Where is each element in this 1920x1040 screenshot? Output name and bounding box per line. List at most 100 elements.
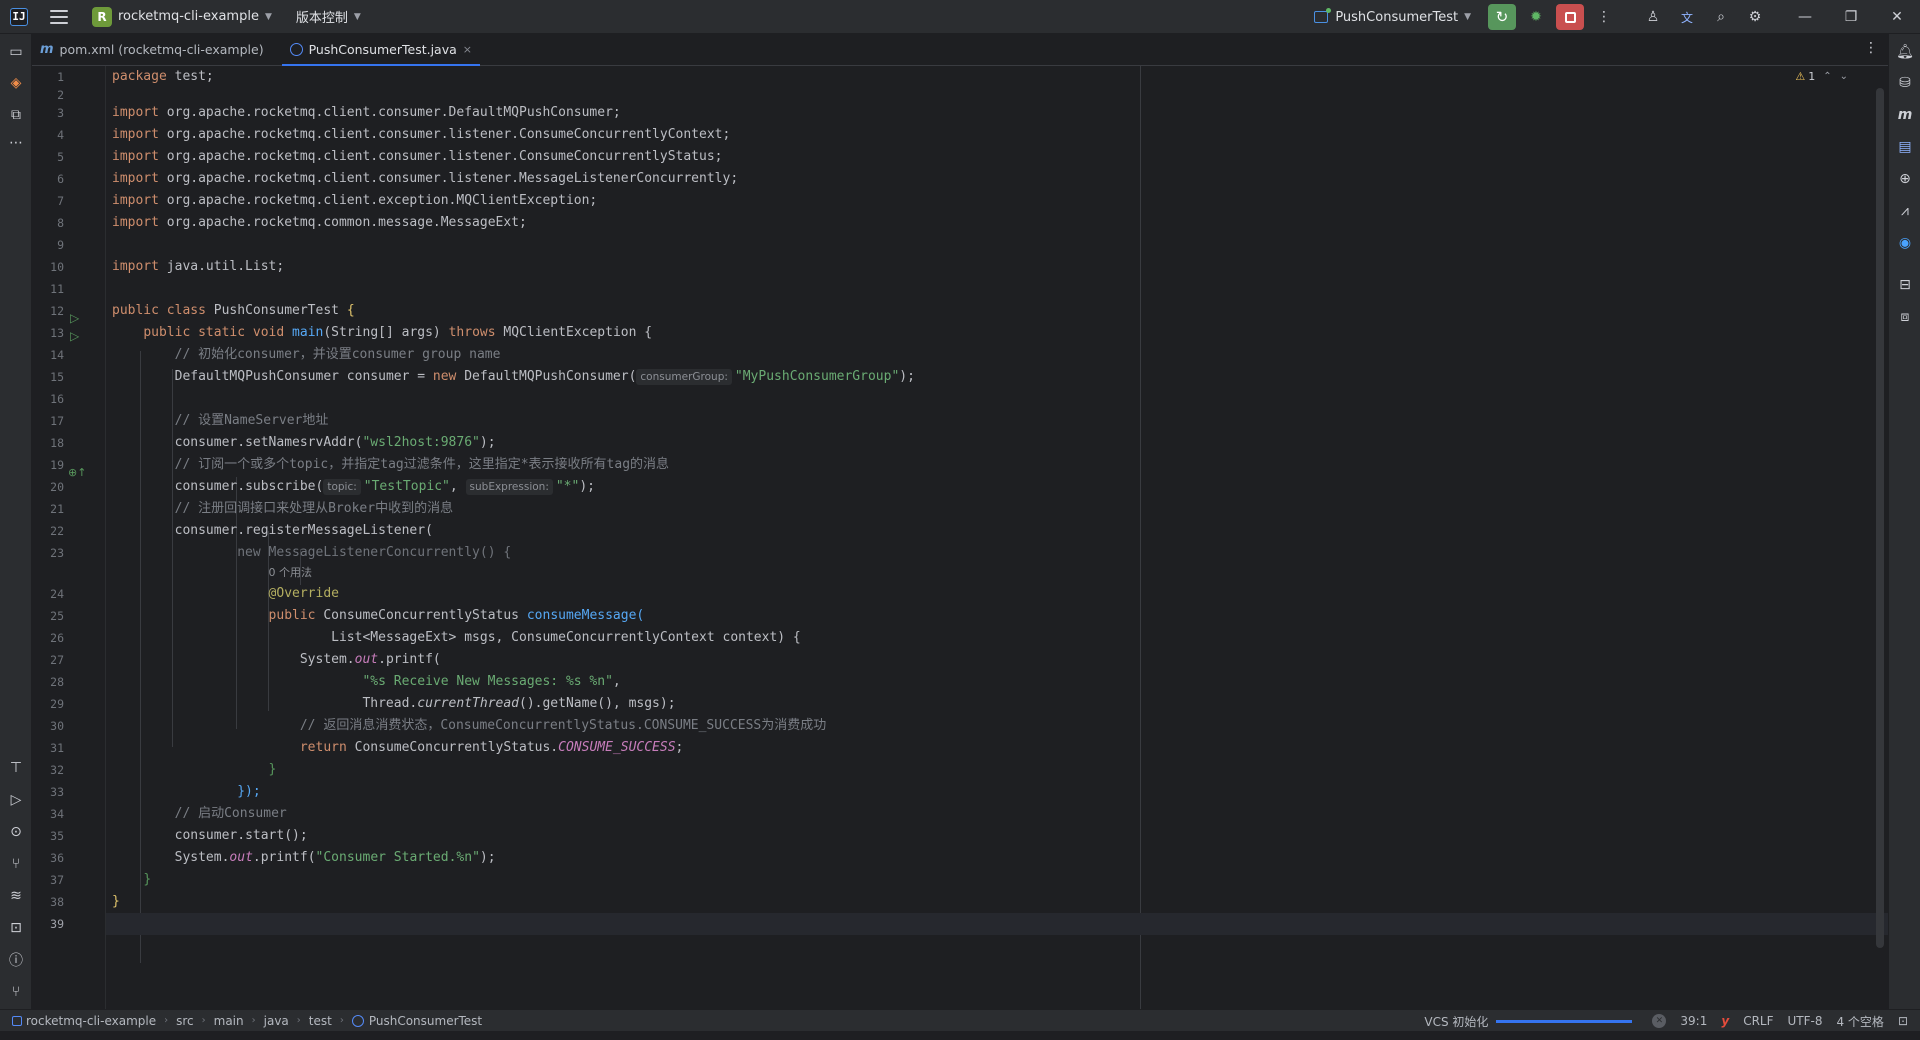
- code-line-37: }: [143, 872, 152, 887]
- more-icon[interactable]: ⋮: [1864, 40, 1878, 56]
- code-line-26: List<MessageExt> msgs, ConsumeConcurrent…: [331, 630, 801, 645]
- plugin-brand-icon[interactable]: y: [1721, 1014, 1729, 1028]
- account-button[interactable]: ♙: [1639, 4, 1667, 30]
- code-line-39: [106, 913, 1888, 935]
- chevron-down-icon: ▼: [353, 11, 361, 22]
- param-hint: topic:: [323, 479, 361, 495]
- git-tool-button[interactable]: ⑂: [0, 851, 32, 877]
- line-separator[interactable]: CRLF: [1743, 1014, 1773, 1028]
- profiler-icon: ⩘: [1901, 203, 1909, 219]
- java-class-icon: [289, 43, 303, 56]
- more-actions-button[interactable]: ⋮: [1590, 4, 1618, 30]
- debug-icon: ✹: [1530, 9, 1542, 25]
- breadcrumb-item[interactable]: src: [176, 1014, 194, 1028]
- problems-icon: ⓘ: [9, 953, 23, 969]
- line-number: 37: [50, 873, 64, 887]
- commit-tool-button[interactable]: ◈: [0, 70, 32, 96]
- restore-button[interactable]: ❐: [1828, 0, 1874, 34]
- rerun-button[interactable]: ↻: [1488, 4, 1516, 30]
- git-icon: ⑂: [11, 984, 21, 1000]
- code-line-20: consumer.subscribe(topic: "TestTopic", su…: [174, 479, 595, 495]
- layers-icon: ≋: [10, 888, 22, 904]
- minimize-button[interactable]: —: [1782, 0, 1828, 34]
- menu-icon[interactable]: [50, 9, 68, 24]
- indent-setting[interactable]: 4 个空格: [1836, 1013, 1883, 1030]
- breadcrumb-item[interactable]: rocketmq-cli-example: [12, 1014, 156, 1028]
- presentation-tool-button[interactable]: ⊟: [1889, 272, 1920, 298]
- chevron-right-icon: ›: [339, 1015, 344, 1026]
- caret-position[interactable]: 39:1: [1680, 1014, 1707, 1028]
- build-tool-button[interactable]: ⊤: [0, 755, 32, 781]
- vcs-task-label[interactable]: VCS 初始化: [1424, 1013, 1488, 1030]
- tab-label: pom.xml (rocketmq-cli-example): [59, 42, 264, 57]
- translate-button[interactable]: 文: [1673, 4, 1701, 30]
- bookmark-icon: ⊤: [9, 760, 23, 776]
- chevron-down-icon: ▼: [1464, 12, 1471, 22]
- code-editor[interactable]: 1 2 3 4 5 6 7 8 9 10 11 12 13 14 15 16 17 18 19 20 21 22 23 24 2…: [32, 66, 1888, 1009]
- breadcrumb: rocketmq-cli-example › src › main › java…: [12, 1014, 482, 1028]
- chevron-right-icon: ›: [251, 1015, 256, 1026]
- vcs-tool-button[interactable]: ⑂: [0, 979, 32, 1005]
- vertical-scrollbar[interactable]: [1876, 88, 1884, 948]
- breadcrumb-item[interactable]: PushConsumerTest: [351, 1014, 482, 1028]
- close-tab-icon[interactable]: ×: [463, 43, 472, 56]
- code-line-17: // 设置NameServer地址: [174, 413, 329, 428]
- param-hint: subExpression:: [465, 479, 553, 495]
- lock-icon[interactable]: ⊡: [1898, 1014, 1908, 1028]
- implements-icon[interactable]: ⊕↑: [68, 466, 86, 479]
- plugin-tool-button[interactable]: ⧈: [1889, 304, 1920, 330]
- gutter: 1 2 3 4 5 6 7 8 9 10 11 12 13 14 15 16 17 18 19 20 21 22 23 24 2…: [32, 66, 105, 1009]
- project-tool-button[interactable]: ▭: [0, 39, 32, 65]
- cancel-task-icon[interactable]: ✕: [1652, 1014, 1667, 1028]
- services-tool-button[interactable]: ⊙: [0, 819, 32, 845]
- more-tools-button[interactable]: ⋯: [0, 130, 32, 156]
- line-number: 22: [50, 524, 64, 538]
- search-button[interactable]: ⌕: [1707, 4, 1735, 30]
- maven-tool-button[interactable]: m: [1889, 102, 1920, 128]
- file-encoding[interactable]: UTF-8: [1788, 1014, 1823, 1028]
- close-window-button[interactable]: ✕: [1874, 0, 1920, 34]
- web-tool-button[interactable]: ⊕: [1889, 166, 1920, 192]
- translate-icon: 文: [1680, 10, 1693, 25]
- breadcrumb-item[interactable]: main: [214, 1014, 244, 1028]
- document-tool-button[interactable]: ▤: [1889, 134, 1920, 160]
- run-tool-button[interactable]: ▷: [0, 787, 32, 813]
- structure-tool-button[interactable]: ⧉: [0, 102, 32, 128]
- profiler-tool-button[interactable]: ⩘: [1889, 198, 1920, 224]
- tab-pom-xml[interactable]: m pom.xml (rocketmq-cli-example): [32, 34, 272, 65]
- code-line-14: // 初始化consumer，并设置consumer group name: [174, 347, 501, 362]
- stop-button[interactable]: [1556, 4, 1584, 30]
- java-class-icon: [351, 1015, 364, 1027]
- vcs-menu[interactable]: 版本控制 ▼: [290, 4, 367, 30]
- account-icon: ♙: [1646, 9, 1660, 25]
- layers-tool-button[interactable]: ≋: [0, 883, 32, 909]
- line-number: 18: [50, 436, 64, 450]
- module-icon: [12, 1016, 22, 1026]
- run-config-selector[interactable]: PushConsumerTest ▼: [1308, 4, 1477, 30]
- usage-hint[interactable]: 0 个用法: [269, 566, 313, 579]
- inspection-widget[interactable]: ⚠ 1 ⌃ ⌄: [1795, 70, 1848, 83]
- debug-button[interactable]: ✹: [1522, 4, 1550, 30]
- chevron-down-icon[interactable]: ⌄: [1840, 71, 1848, 82]
- terminal-tool-button[interactable]: ⊡: [0, 915, 32, 941]
- terminal-icon: ⊡: [10, 920, 22, 936]
- chevron-up-icon[interactable]: ⌃: [1823, 71, 1831, 82]
- tab-push-consumer-test[interactable]: PushConsumerTest.java ×: [281, 34, 481, 66]
- problems-tool-button[interactable]: ⓘ: [0, 947, 32, 973]
- code-area[interactable]: package test; import org.apache.rocketmq…: [106, 66, 1888, 1009]
- breadcrumb-item[interactable]: test: [309, 1014, 332, 1028]
- run-main-icon[interactable]: ▷: [70, 329, 84, 343]
- breadcrumb-item[interactable]: java: [264, 1014, 289, 1028]
- title-bar: IJ R rocketmq-cli-example ▼ 版本控制 ▼ PushC…: [0, 0, 1920, 34]
- run-class-icon[interactable]: ▷: [70, 311, 84, 325]
- database-tool-button[interactable]: ⛁: [1889, 70, 1920, 96]
- settings-button[interactable]: ⚙: [1741, 4, 1769, 30]
- assistant-icon: ◉: [1898, 235, 1912, 251]
- notifications-button[interactable]: 🔔︎: [1889, 39, 1920, 65]
- assistant-tool-button[interactable]: ◉: [1889, 230, 1920, 256]
- project-selector[interactable]: R rocketmq-cli-example ▼: [86, 4, 278, 30]
- warning-count: 1: [1808, 70, 1816, 83]
- vcs-menu-label: 版本控制: [295, 11, 348, 26]
- code-line-32: }: [268, 762, 277, 777]
- code-line-31: return ConsumeConcurrentlyStatus.CONSUME…: [299, 740, 684, 755]
